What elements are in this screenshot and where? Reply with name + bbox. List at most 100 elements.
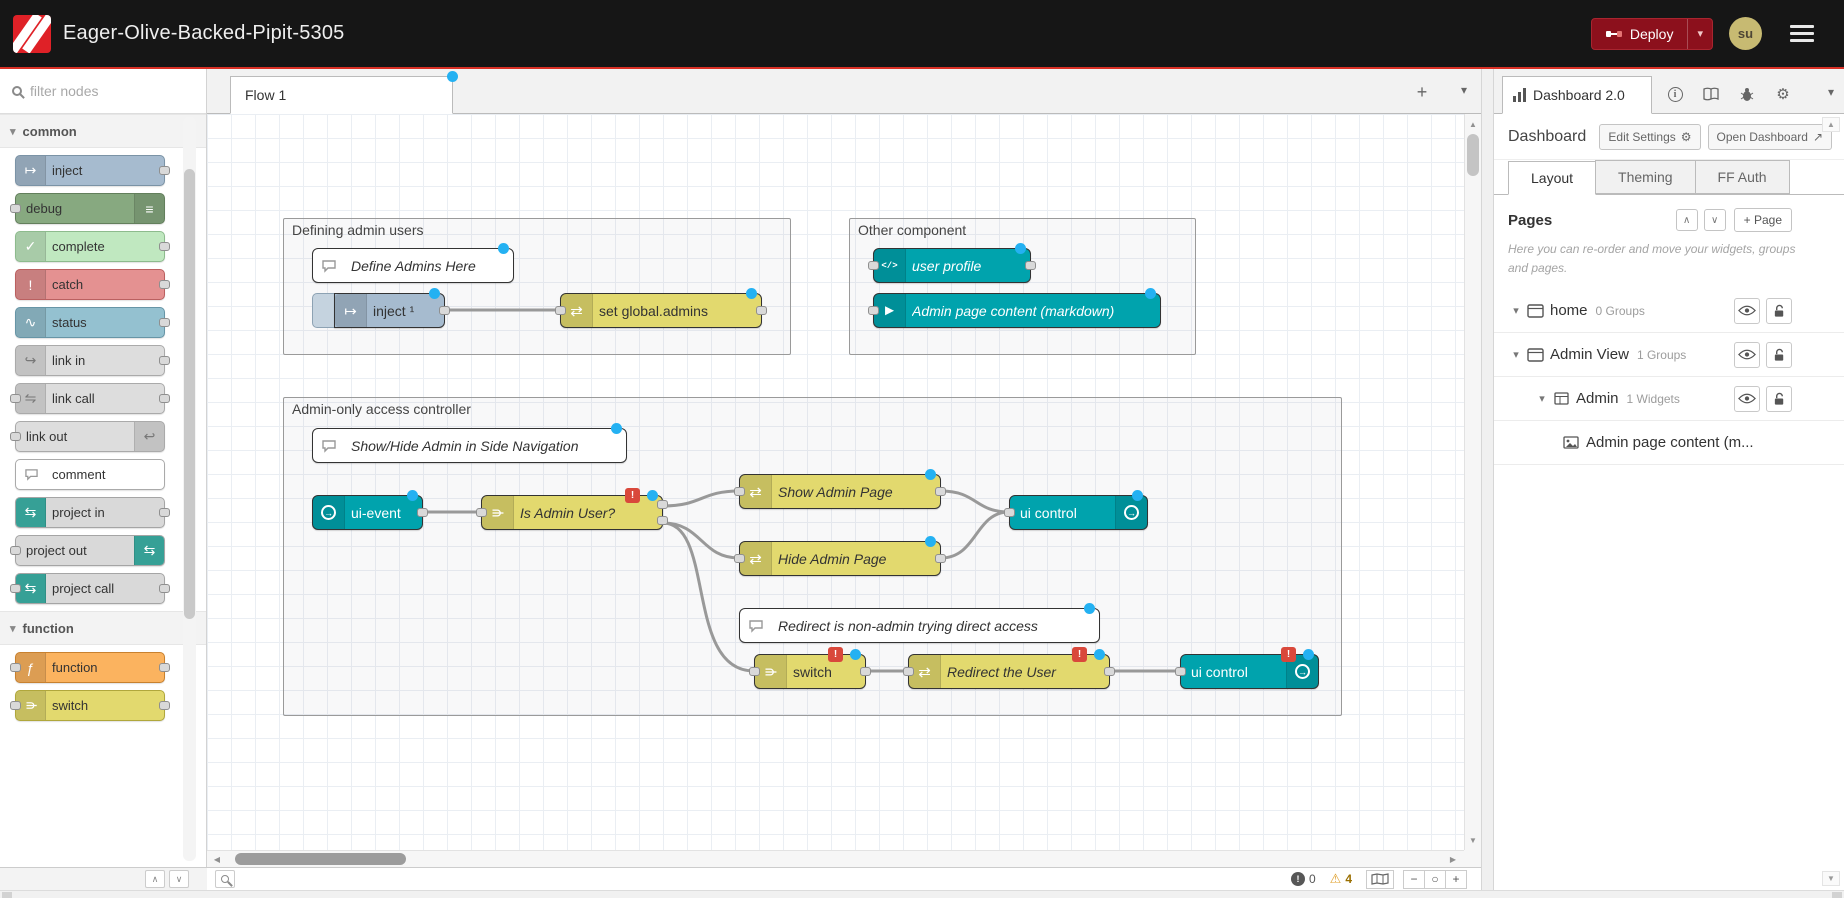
output-port[interactable] — [935, 487, 946, 496]
scroll-right-nub[interactable] — [1832, 892, 1842, 898]
output-port-2[interactable] — [657, 516, 668, 525]
palette-node-inject[interactable]: ↦ inject — [15, 155, 165, 186]
palette-node-status[interactable]: ∿ status — [15, 307, 165, 338]
palette-node-link-call[interactable]: ⇋ link call — [15, 383, 165, 414]
tree-row-admin-group[interactable]: ▾ Admin 1 Widgets — [1494, 377, 1844, 421]
zoom-out-button[interactable]: − — [1403, 870, 1425, 889]
sidebar-menu-caret[interactable]: ▾ — [1828, 85, 1834, 99]
input-port[interactable] — [868, 261, 879, 270]
input-port[interactable] — [1175, 667, 1186, 676]
main-menu-button[interactable] — [1790, 25, 1814, 42]
input-port[interactable] — [555, 306, 566, 315]
input-port[interactable] — [1004, 508, 1015, 517]
node-comment-redirect-non-admin[interactable]: Redirect is non-admin trying direct acce… — [739, 608, 1100, 643]
open-dashboard-button[interactable]: Open Dashboard ↗ — [1708, 124, 1832, 150]
move-down-button[interactable]: ∨ — [1704, 209, 1726, 231]
chevron-down-icon[interactable]: ▾ — [1508, 304, 1524, 317]
palette-filter-input[interactable] — [30, 83, 170, 99]
node-switch[interactable]: ⋔ switch ! — [754, 654, 866, 689]
visibility-button[interactable] — [1734, 342, 1760, 368]
sidebar-scroll-up[interactable]: ▲ — [1822, 117, 1840, 132]
node-template-user-profile[interactable]: </> user profile — [873, 248, 1031, 283]
output-port[interactable] — [1104, 667, 1115, 676]
deploy-options-caret[interactable]: ▾ — [1688, 19, 1712, 49]
palette-node-complete[interactable]: ✓ complete — [15, 231, 165, 262]
palette-scrollbar-thumb[interactable] — [184, 169, 195, 619]
output-port[interactable] — [860, 667, 871, 676]
flow-canvas[interactable]: Defining admin users Other component Adm… — [207, 114, 1481, 867]
palette-category-function[interactable]: ▾ function — [0, 611, 206, 645]
output-port[interactable] — [417, 508, 428, 517]
lock-button[interactable] — [1766, 342, 1792, 368]
inject-trigger-button[interactable] — [312, 293, 335, 328]
palette-node-project-in[interactable]: ⇆ project in — [15, 497, 165, 528]
chevron-down-icon[interactable]: ▾ — [1534, 392, 1550, 405]
output-port[interactable] — [756, 306, 767, 315]
tree-row-admin-page-content[interactable]: Admin page content (m... — [1494, 421, 1844, 465]
tab-flow-1[interactable]: Flow 1 — [230, 76, 453, 114]
node-ui-event[interactable]: → ui-event — [312, 495, 423, 530]
add-flow-button[interactable]: + — [1411, 81, 1433, 103]
sidebar-scroll-down[interactable]: ▼ — [1822, 871, 1840, 886]
zoom-in-button[interactable]: + — [1445, 870, 1467, 889]
deploy-button[interactable]: Deploy ▾ — [1591, 18, 1713, 50]
scroll-down-icon[interactable]: ▼ — [1465, 832, 1481, 848]
visibility-button[interactable] — [1734, 298, 1760, 324]
output-port-1[interactable] — [657, 500, 668, 509]
tab-theming[interactable]: Theming — [1595, 160, 1695, 194]
warning-count[interactable]: ⚠ 4 — [1330, 871, 1352, 887]
input-port[interactable] — [903, 667, 914, 676]
zoom-reset-button[interactable]: ○ — [1424, 870, 1446, 889]
expand-categories-button[interactable]: ∨ — [169, 870, 189, 888]
chevron-down-icon[interactable]: ▾ — [1508, 348, 1524, 361]
collapse-categories-button[interactable]: ∧ — [145, 870, 165, 888]
palette-node-catch[interactable]: ! catch — [15, 269, 165, 300]
scroll-left-nub[interactable] — [2, 892, 12, 898]
sidebar-resize-handle[interactable] — [1481, 69, 1494, 890]
node-markdown-admin-page-content[interactable]: ► Admin page content (markdown) — [873, 293, 1161, 328]
palette-node-debug[interactable]: ≡ debug — [15, 193, 165, 224]
tab-dashboard-2[interactable]: Dashboard 2.0 — [1502, 76, 1652, 114]
add-page-button[interactable]: + Page — [1734, 208, 1792, 232]
lock-button[interactable] — [1766, 386, 1792, 412]
palette-node-link-out[interactable]: ↩ link out — [15, 421, 165, 452]
edit-settings-button[interactable]: Edit Settings ⚙ — [1599, 124, 1700, 150]
error-count[interactable]: ! 0 — [1291, 872, 1316, 886]
vertical-scroll-thumb[interactable] — [1467, 134, 1479, 176]
visibility-button[interactable] — [1734, 386, 1760, 412]
node-ui-control-top[interactable]: → ui control — [1009, 495, 1148, 530]
user-avatar[interactable]: su — [1729, 17, 1762, 50]
palette-node-project-call[interactable]: ⇆ project call — [15, 573, 165, 604]
input-port[interactable] — [734, 554, 745, 563]
palette-node-function[interactable]: ƒ function — [15, 652, 165, 683]
tab-config[interactable]: ⚙ — [1768, 81, 1798, 107]
palette-node-project-out[interactable]: ⇆ project out — [15, 535, 165, 566]
node-comment-show-hide-admin[interactable]: Show/Hide Admin in Side Navigation — [312, 428, 627, 463]
palette-category-common[interactable]: ▾ common — [0, 114, 206, 148]
node-switch-is-admin-user[interactable]: ⋔ Is Admin User? ! — [481, 495, 663, 530]
node-change-redirect-the-user[interactable]: ⇄ Redirect the User ! — [908, 654, 1110, 689]
tab-info[interactable]: i — [1660, 81, 1690, 107]
move-up-button[interactable]: ∧ — [1676, 209, 1698, 231]
input-port[interactable] — [476, 508, 487, 517]
palette-node-switch[interactable]: ⋔ switch — [15, 690, 165, 721]
scroll-up-icon[interactable]: ▲ — [1465, 116, 1481, 132]
input-port[interactable] — [749, 667, 760, 676]
node-ui-control-bottom[interactable]: → ui control ! — [1180, 654, 1319, 689]
tree-row-home[interactable]: ▾ home 0 Groups — [1494, 289, 1844, 333]
search-flows-button[interactable] — [215, 870, 235, 888]
input-port[interactable] — [868, 306, 879, 315]
scroll-left-icon[interactable]: ◀ — [209, 851, 225, 867]
node-change-set-global-admins[interactable]: ⇄ set global.admins — [560, 293, 762, 328]
node-change-hide-admin-page[interactable]: ⇄ Hide Admin Page — [739, 541, 941, 576]
input-port[interactable] — [734, 487, 745, 496]
palette-node-comment[interactable]: comment — [15, 459, 165, 490]
node-inject[interactable]: ↦ inject ¹ — [334, 293, 445, 328]
palette-node-link-in[interactable]: ↪ link in — [15, 345, 165, 376]
output-port[interactable] — [439, 306, 450, 315]
flow-list-caret[interactable]: ▾ — [1461, 83, 1467, 97]
tab-help[interactable] — [1696, 81, 1726, 107]
lock-button[interactable] — [1766, 298, 1792, 324]
horizontal-scroll-thumb[interactable] — [235, 853, 406, 865]
tab-ff-auth[interactable]: FF Auth — [1695, 160, 1790, 194]
